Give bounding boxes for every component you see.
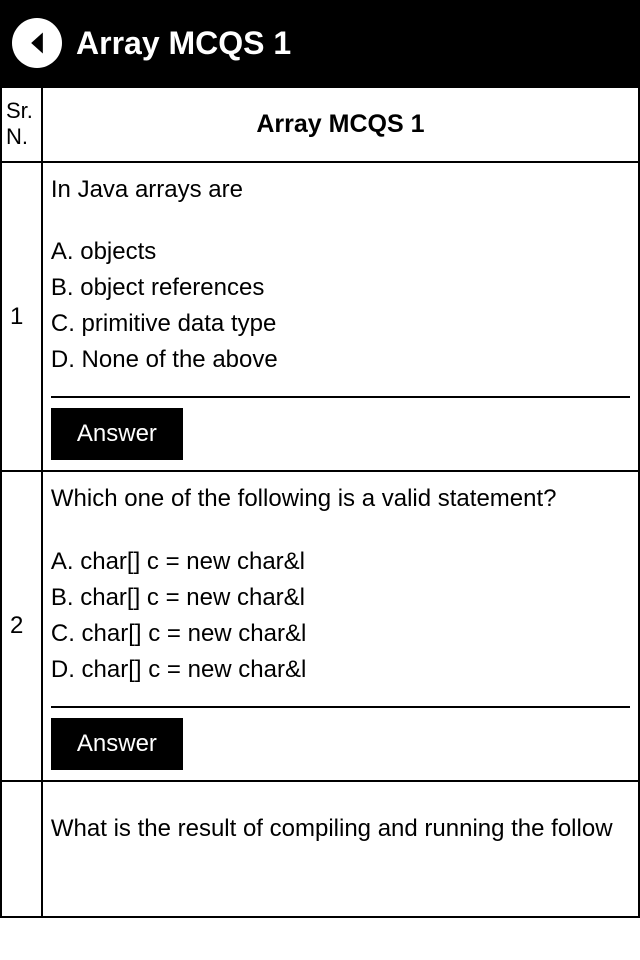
page-title: Array MCQS 1 (76, 25, 291, 62)
divider (51, 706, 630, 708)
header-sr: Sr. N. (1, 87, 42, 162)
sr-number: 2 (1, 471, 42, 781)
table-row: What is the result of compiling and runn… (1, 781, 639, 917)
question-text: What is the result of compiling and runn… (51, 812, 630, 846)
question-text: Which one of the following is a valid st… (51, 482, 630, 516)
question-text: In Java arrays are (51, 173, 630, 207)
option-c: C. char[] c = new char&l (51, 616, 630, 652)
option-b: B. object references (51, 270, 630, 306)
back-arrow-icon (23, 29, 51, 57)
question-cell: What is the result of compiling and runn… (42, 781, 639, 917)
divider (51, 396, 630, 398)
sr-number: 1 (1, 162, 42, 472)
back-button[interactable] (12, 18, 62, 68)
option-d: D. None of the above (51, 342, 630, 378)
option-a: A. objects (51, 234, 630, 270)
answer-button[interactable]: Answer (51, 718, 183, 770)
sr-number (1, 781, 42, 917)
option-c: C. primitive data type (51, 306, 630, 342)
option-a: A. char[] c = new char&l (51, 544, 630, 580)
question-cell: Which one of the following is a valid st… (42, 471, 639, 781)
option-d: D. char[] c = new char&l (51, 652, 630, 688)
option-b: B. char[] c = new char&l (51, 580, 630, 616)
app-header: Array MCQS 1 (0, 0, 640, 86)
options-list: A. char[] c = new char&l B. char[] c = n… (51, 544, 630, 688)
options-list: A. objects B. object references C. primi… (51, 234, 630, 378)
header-title: Array MCQS 1 (42, 87, 639, 162)
table-row: 1 In Java arrays are A. objects B. objec… (1, 162, 639, 472)
answer-button[interactable]: Answer (51, 408, 183, 460)
question-cell: In Java arrays are A. objects B. object … (42, 162, 639, 472)
questions-table: Sr. N. Array MCQS 1 1 In Java arrays are… (0, 86, 640, 918)
table-header-row: Sr. N. Array MCQS 1 (1, 87, 639, 162)
table-row: 2 Which one of the following is a valid … (1, 471, 639, 781)
